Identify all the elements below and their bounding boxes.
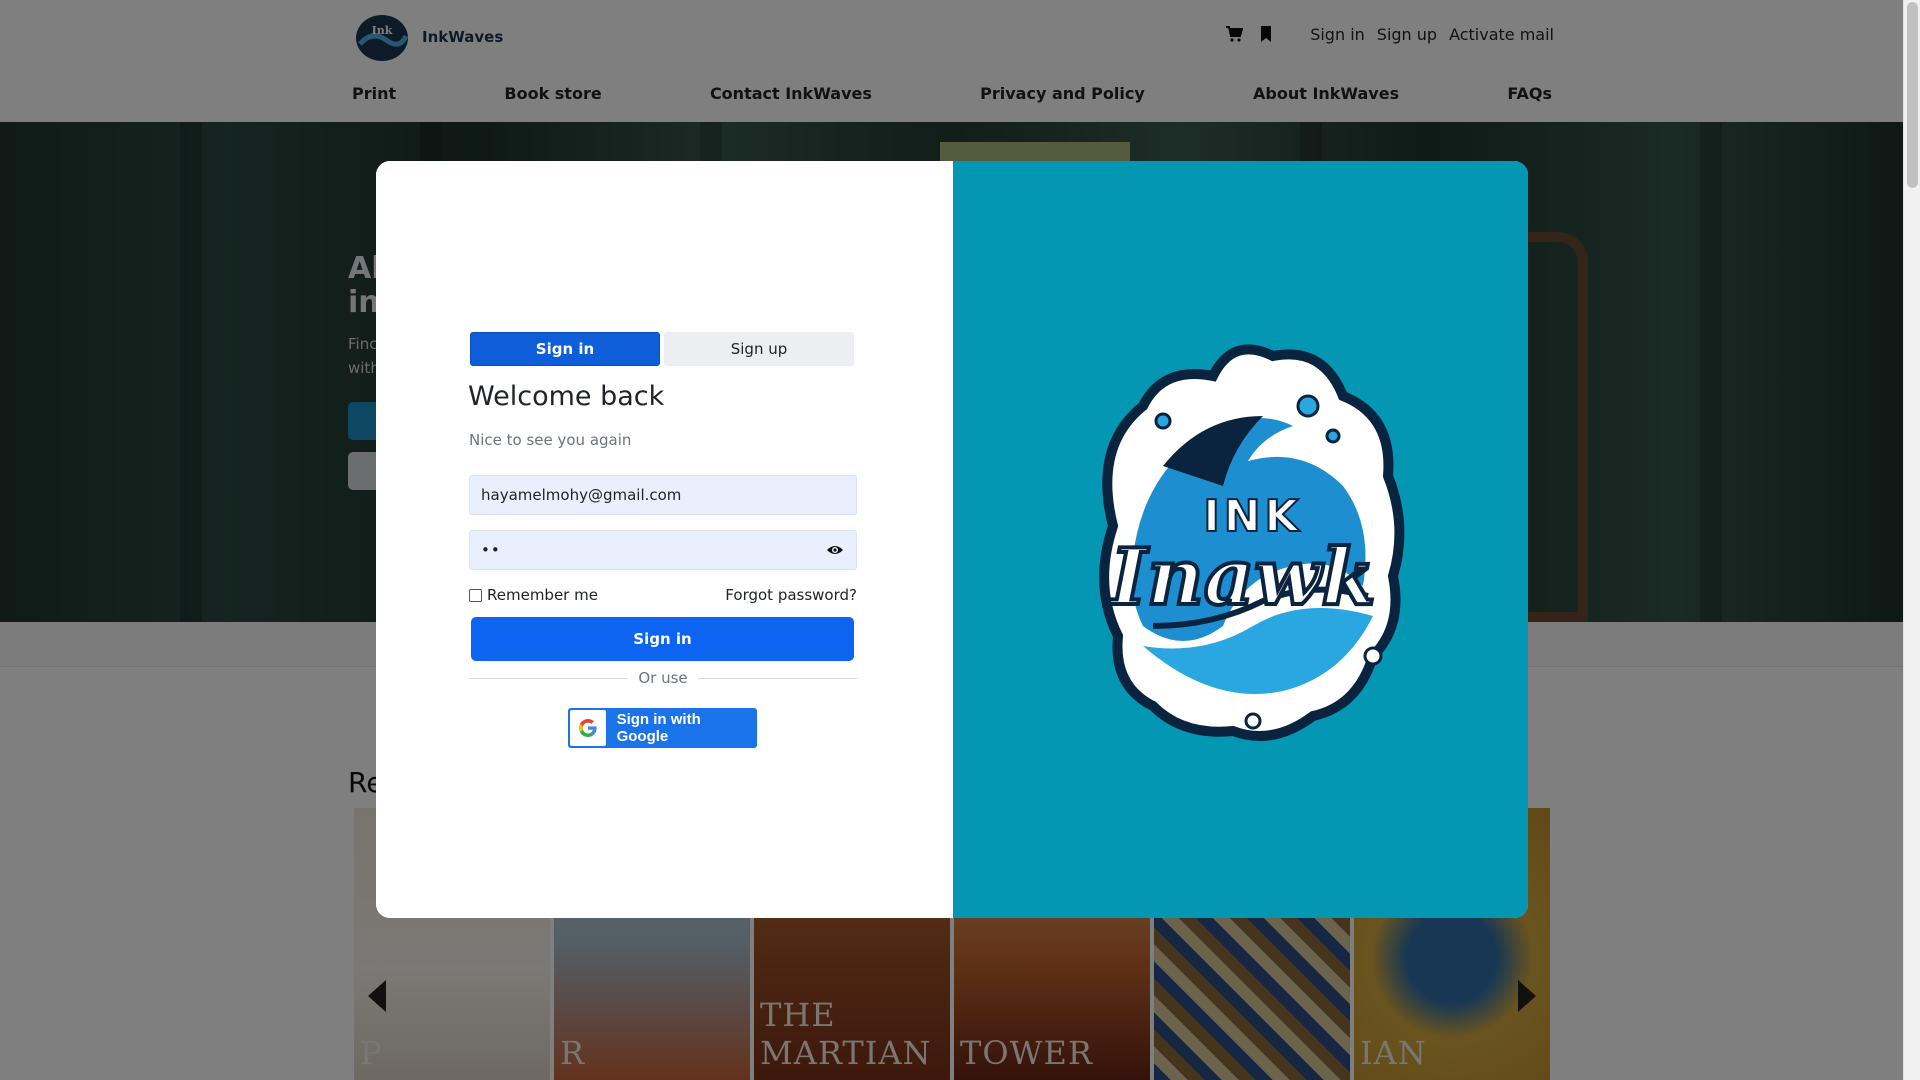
- divider-text: Or use: [638, 669, 688, 687]
- remember-checkbox[interactable]: [469, 588, 482, 602]
- remember-me[interactable]: Remember me: [469, 586, 598, 604]
- svg-text:Inawk: Inawk: [1109, 532, 1376, 623]
- remember-label: Remember me: [487, 586, 598, 604]
- password-field[interactable]: ••: [469, 530, 857, 570]
- brand-panel: INK Inawk: [953, 161, 1528, 918]
- tab-sign-up[interactable]: Sign up: [664, 332, 854, 366]
- sign-in-button[interactable]: Sign in: [471, 617, 854, 661]
- scrollbar-thumb[interactable]: [1907, 2, 1918, 188]
- or-divider: Or use: [469, 669, 858, 687]
- tab-sign-in[interactable]: Sign in: [470, 332, 660, 366]
- google-button-label: Sign in with Google: [616, 711, 701, 745]
- auth-tabs: Sign in Sign up: [470, 332, 854, 366]
- auth-modal: Sign in Sign up Welcome back Nice to see…: [376, 161, 1528, 918]
- inkwaves-logo-icon: INK Inawk: [1099, 344, 1405, 741]
- email-field[interactable]: [469, 475, 857, 515]
- forgot-password-link[interactable]: Forgot password?: [725, 586, 857, 604]
- form-title: Welcome back: [468, 381, 665, 412]
- page-scrollbar[interactable]: [1903, 0, 1920, 1080]
- email-input[interactable]: [481, 486, 845, 504]
- password-input[interactable]: ••: [481, 541, 501, 559]
- form-subtitle: Nice to see you again: [469, 431, 632, 449]
- auth-form-panel: Sign in Sign up Welcome back Nice to see…: [376, 161, 953, 918]
- eye-icon[interactable]: [825, 540, 845, 560]
- google-icon: [570, 710, 606, 746]
- google-sign-in-button[interactable]: Sign in with Google: [568, 708, 757, 748]
